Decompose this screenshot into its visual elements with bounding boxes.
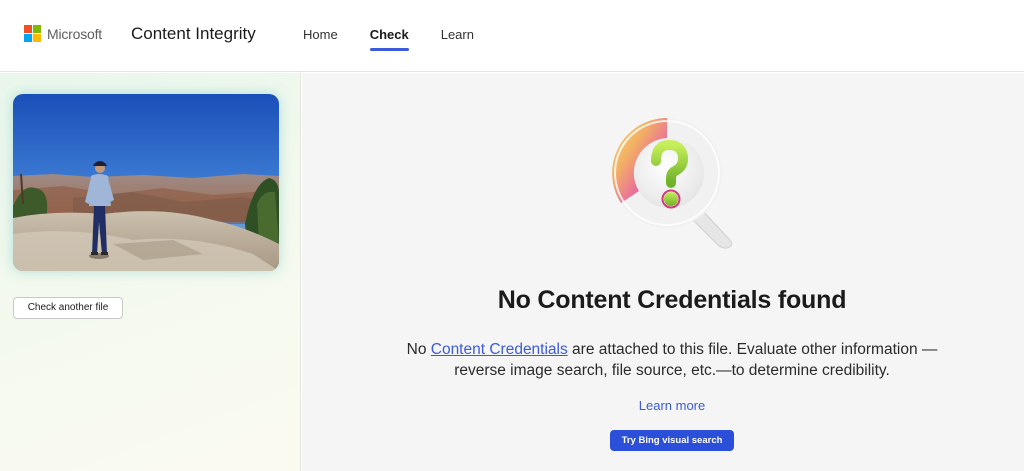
nav-check[interactable]: Check	[369, 0, 409, 72]
nav-learn[interactable]: Learn	[441, 0, 474, 72]
try-bing-visual-search-button[interactable]: Try Bing visual search	[610, 430, 734, 451]
result-panel: No Content Credentials found No Content …	[302, 73, 1024, 471]
magnifier-question-icon	[609, 115, 741, 250]
brand-name: Microsoft	[47, 25, 102, 42]
uploaded-image-thumbnail	[13, 94, 279, 271]
nav-home[interactable]: Home	[303, 0, 338, 72]
result-description: No Content Credentials are attached to t…	[397, 339, 947, 381]
top-header: Microsoft Content Integrity Home Check L…	[0, 0, 1024, 72]
result-title: No Content Credentials found	[497, 286, 847, 314]
learn-more-link[interactable]: Learn more	[302, 398, 1024, 413]
result-description-prefix: No	[406, 341, 431, 358]
microsoft-logo[interactable]: Microsoft	[24, 25, 102, 42]
content-credentials-link[interactable]: Content Credentials	[431, 341, 568, 358]
file-preview-panel: Check another file	[0, 73, 301, 471]
product-title[interactable]: Content Integrity	[131, 24, 256, 44]
check-another-file-button[interactable]: Check another file	[13, 297, 123, 319]
main-nav: Home Check Learn	[303, 0, 506, 72]
microsoft-logo-icon	[24, 25, 41, 42]
